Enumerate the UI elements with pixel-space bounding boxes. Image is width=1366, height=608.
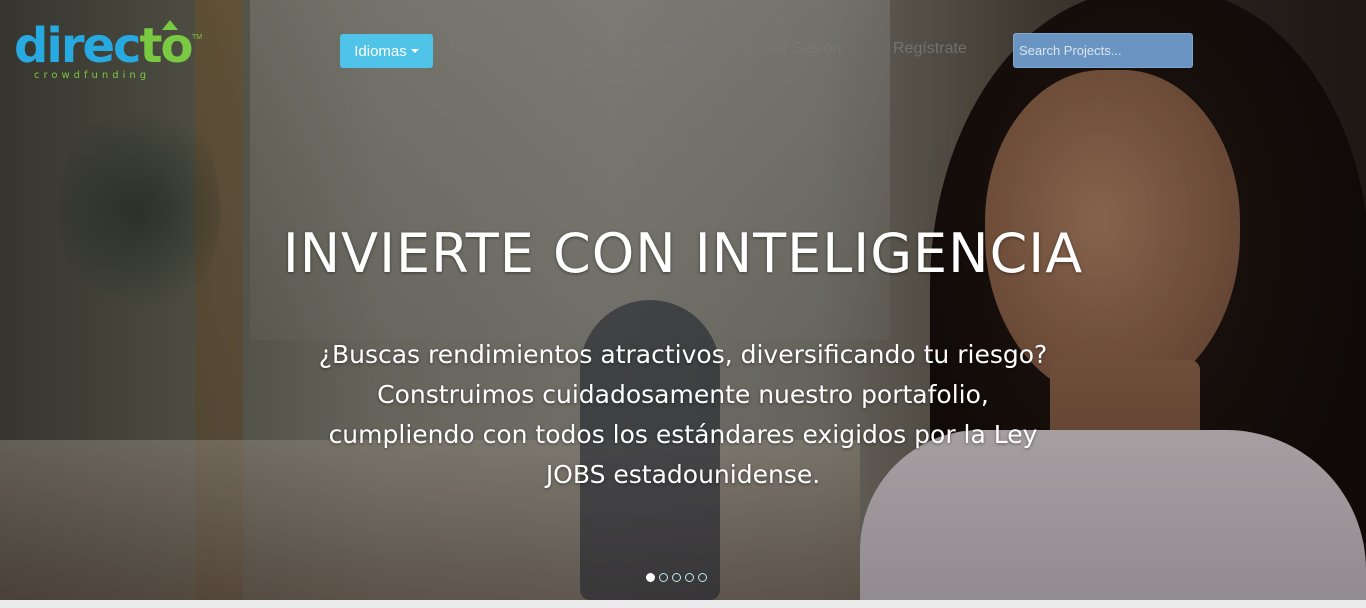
hero-subtext: ¿Buscas rendimientos atractivos, diversi… xyxy=(280,335,1086,495)
carousel-indicators xyxy=(646,573,707,582)
hero-subtext-line: JOBS estadounidense. xyxy=(545,460,821,489)
nav-link-iniciar-sesion[interactable]: Iniciar Sesión xyxy=(745,40,841,58)
caret-down-icon xyxy=(410,49,419,53)
hero-section: directo TM crowdfunding Idiomas Nosotros… xyxy=(0,0,1366,600)
search-input[interactable] xyxy=(1013,33,1193,68)
carousel-dot-2[interactable] xyxy=(659,573,668,582)
hero-overlay xyxy=(0,0,1366,600)
carousel-dot-3[interactable] xyxy=(672,573,681,582)
languages-dropdown-button[interactable]: Idiomas xyxy=(340,34,433,68)
carousel-dot-5[interactable] xyxy=(698,573,707,582)
carousel-dot-1[interactable] xyxy=(646,573,655,582)
logo-subtitle: crowdfunding xyxy=(34,70,151,81)
hero-headline: INVIERTE CON INTELIGENCIA xyxy=(282,222,1084,285)
carousel-dot-4[interactable] xyxy=(685,573,694,582)
logo-trademark: TM xyxy=(192,34,203,41)
hero-subtext-line: Construimos cuidadosamente nuestro porta… xyxy=(377,380,989,409)
hero-subtext-line: cumpliendo con todos los estándares exig… xyxy=(328,420,1038,449)
nav-link-registrate[interactable]: Regístrate xyxy=(893,40,967,58)
languages-label: Idiomas xyxy=(354,42,407,60)
hero-subtext-line: ¿Buscas rendimientos atractivos, diversi… xyxy=(318,340,1048,369)
nav-link-nosotros[interactable]: Nosotros xyxy=(449,40,513,58)
logo-main-text: direc xyxy=(14,18,141,74)
logo-arrow-icon xyxy=(162,20,178,30)
nav-link-proyectos[interactable]: Proyectos xyxy=(630,40,701,58)
page-bottom-strip xyxy=(0,600,1366,608)
nav-link-blog[interactable]: Blog xyxy=(561,40,593,58)
brand-logo[interactable]: directo TM crowdfunding xyxy=(14,18,203,82)
